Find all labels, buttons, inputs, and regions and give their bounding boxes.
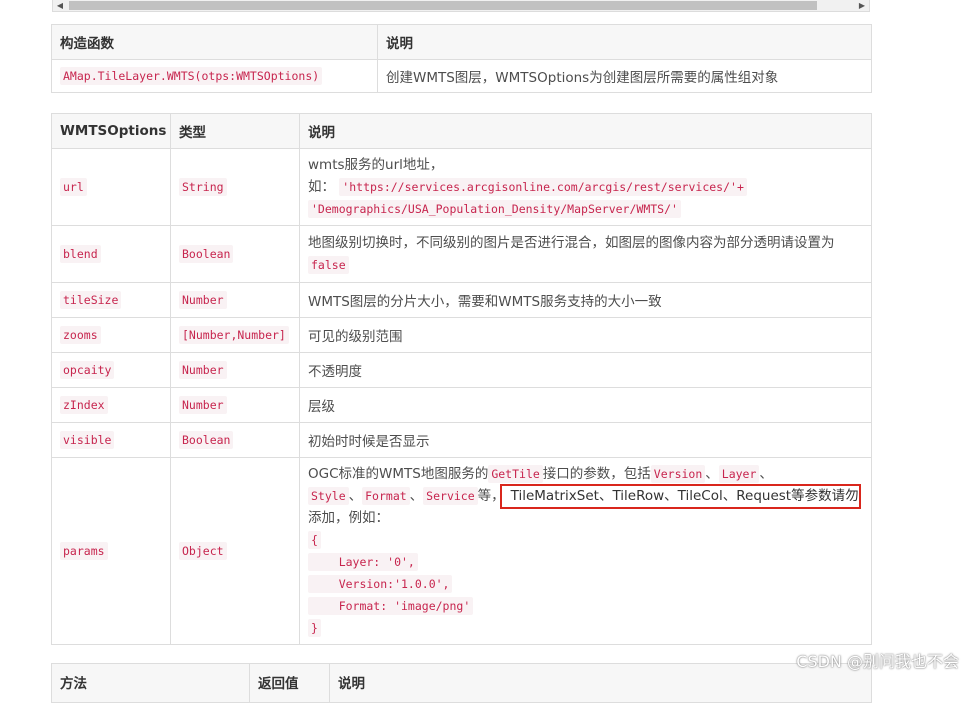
service-code: Service xyxy=(423,487,478,505)
methods-table: 方法 返回值 说明 xyxy=(51,663,872,703)
constructor-table: 构造函数 说明 AMap.TileLayer.WMTS(otps:WMTSOpt… xyxy=(51,24,872,93)
header-description: 说明 xyxy=(377,24,872,60)
header-return: 返回值 xyxy=(249,663,330,703)
header-type: 类型 xyxy=(170,113,300,149)
table-header-row: WMTSOptions 类型 说明 xyxy=(51,113,872,149)
options-table: WMTSOptions 类型 说明 url String wmts服务的url地… xyxy=(51,113,872,645)
blend-value-code: false xyxy=(308,256,349,274)
url-example-code: 'https://services.arcgisonline.com/arcgi… xyxy=(339,178,747,196)
option-type: Number xyxy=(179,361,227,379)
scroll-left-icon[interactable]: ◀ xyxy=(53,0,67,11)
table-row: url String wmts服务的url地址， 如： 'https://ser… xyxy=(51,148,872,226)
version-code: Version xyxy=(650,465,706,483)
table-header-row: 构造函数 说明 xyxy=(51,24,872,60)
option-name: blend xyxy=(60,245,101,263)
style-code: Style xyxy=(308,487,349,505)
header-description: 说明 xyxy=(299,113,872,149)
option-desc: WMTS图层的分片大小，需要和WMTS服务支持的大小一致 xyxy=(299,282,872,318)
horizontal-scrollbar[interactable]: ◀ ▶ xyxy=(52,0,870,12)
highlighted-text: TileMatrixSet、TileRow、TileCol、Request等参数… xyxy=(510,488,859,504)
option-type: Number xyxy=(179,396,227,414)
table-row: params Object OGC标准的WMTS地图服务的 GetTile 接口的参… xyxy=(51,457,872,645)
table-row: tileSize Number WMTS图层的分片大小，需要和WMTS服务支持的… xyxy=(51,282,872,318)
constructor-desc: 创建WMTS图层，WMTSOptions为创建图层所需要的属性组对象 xyxy=(377,59,872,93)
header-description: 说明 xyxy=(329,663,872,703)
option-desc: 可见的级别范围 xyxy=(299,317,872,353)
option-type: Object xyxy=(179,542,227,560)
format-code: Format xyxy=(362,487,410,505)
header-option: WMTSOptions xyxy=(51,113,171,149)
scrollbar-thumb[interactable] xyxy=(69,1,817,10)
option-desc: 初始时时候是否显示 xyxy=(299,422,872,458)
option-desc: wmts服务的url地址， 如： 'https://services.arcgi… xyxy=(299,148,872,226)
option-desc: OGC标准的WMTS地图服务的 GetTile 接口的参数，包括 Version、 La… xyxy=(299,457,872,645)
params-code-line: } xyxy=(308,619,321,637)
table-row: zooms [Number,Number] 可见的级别范围 xyxy=(51,317,872,353)
params-code-line: Format: 'image/png' xyxy=(308,597,474,615)
constructor-code: AMap.TileLayer.WMTS(otps:WMTSOptions) xyxy=(60,67,323,85)
option-name: zooms xyxy=(60,326,101,344)
table-header-row: 方法 返回值 说明 xyxy=(51,663,872,703)
option-type: Boolean xyxy=(179,431,234,449)
option-desc: 层级 xyxy=(299,387,872,423)
table-row: AMap.TileLayer.WMTS(otps:WMTSOptions) 创建… xyxy=(51,59,872,93)
option-name: visible xyxy=(60,431,115,449)
option-name: opcaity xyxy=(60,361,115,379)
option-type: Boolean xyxy=(179,245,234,263)
layer-code: Layer xyxy=(718,465,760,483)
table-row: zIndex Number 层级 xyxy=(51,387,872,423)
table-row: opcaity Number 不透明度 xyxy=(51,352,872,388)
table-row: blend Boolean 地图级别切换时，不同级别的图片是否进行混合，如图层的… xyxy=(51,225,872,283)
url-example-code: 'Demographics/USA_Population_Density/Map… xyxy=(308,200,681,218)
scroll-right-icon[interactable]: ▶ xyxy=(855,0,869,11)
option-desc: 地图级别切换时，不同级别的图片是否进行混合，如图层的图像内容为部分透明请设置为 … xyxy=(299,225,872,283)
constructor-cell: AMap.TileLayer.WMTS(otps:WMTSOptions) xyxy=(51,59,378,93)
table-row: visible Boolean 初始时时候是否显示 xyxy=(51,422,872,458)
header-constructor: 构造函数 xyxy=(51,24,378,60)
option-type: String xyxy=(179,178,227,196)
option-type: [Number,Number] xyxy=(179,326,289,344)
params-code-line: Version:'1.0.0', xyxy=(308,575,453,593)
option-name: tileSize xyxy=(60,291,122,309)
watermark: CSDN @别问我也不会 xyxy=(796,652,959,671)
gettile-code: GetTile xyxy=(488,465,543,483)
option-name: url xyxy=(60,178,87,196)
header-method: 方法 xyxy=(51,663,250,703)
option-type: Number xyxy=(179,291,227,309)
option-name: zIndex xyxy=(60,396,108,414)
option-name: params xyxy=(60,542,108,560)
params-code-line: Layer: '0', xyxy=(308,553,418,571)
option-desc: 不透明度 xyxy=(299,352,872,388)
params-code-line: { xyxy=(308,531,321,549)
